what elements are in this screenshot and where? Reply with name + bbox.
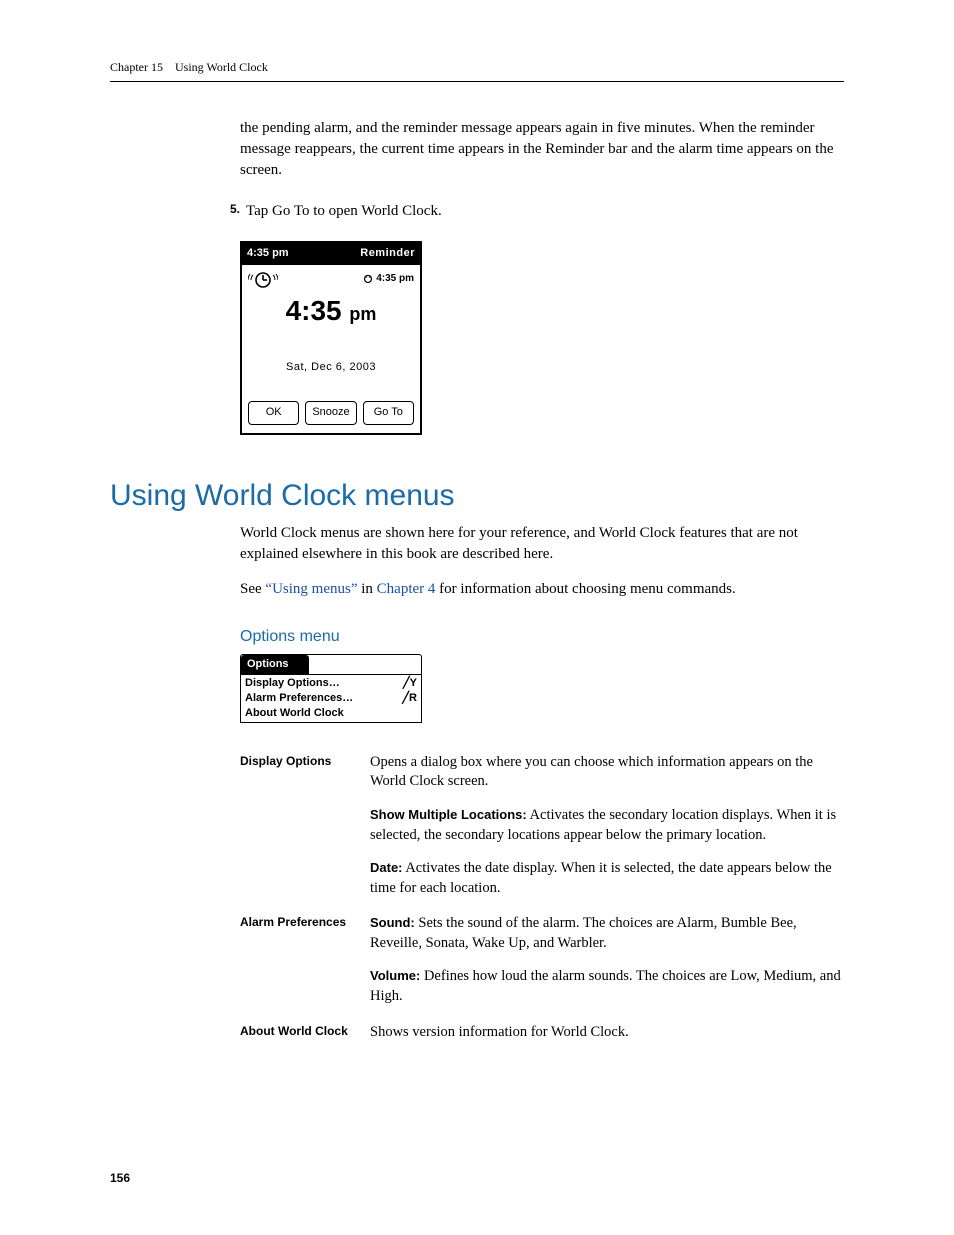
menu-item-about-world-clock[interactable]: About World Clock: [241, 706, 421, 721]
options-menu-heading: Options menu: [240, 626, 844, 648]
page-number: 156: [110, 1171, 130, 1185]
show-multiple-locations-bold: Show Multiple Locations:: [370, 807, 527, 822]
options-menu-screenshot: Options Display Options… ╱Y Alarm Prefer…: [240, 654, 422, 723]
see-text: See: [240, 581, 265, 597]
chapter-title: Using World Clock: [175, 60, 268, 74]
alarm-prefs-p2: Volume: Defines how loud the alarm sound…: [370, 967, 844, 1006]
display-options-label: Display Options: [240, 753, 360, 898]
continuation-paragraph: the pending alarm, and the reminder mess…: [240, 118, 844, 181]
alarm-prefs-p1: Sound: Sets the sound of the alarm. The …: [370, 914, 844, 953]
using-menus-link[interactable]: “Using menus”: [265, 581, 357, 597]
ok-button[interactable]: OK: [248, 401, 299, 424]
date-text: Activates the date display. When it is s…: [370, 860, 832, 896]
date-bold: Date:: [370, 860, 403, 875]
goto-button[interactable]: Go To: [363, 401, 414, 424]
menu-item-label: About World Clock: [245, 706, 344, 721]
alarm-preferences-label: Alarm Preferences: [240, 914, 360, 1006]
chapter-4-link[interactable]: Chapter 4: [377, 581, 436, 597]
sound-text: Sets the sound of the alarm. The choices…: [370, 915, 797, 951]
see-reference-paragraph: See “Using menus” in Chapter 4 for infor…: [240, 579, 844, 600]
volume-text: Defines how loud the alarm sounds. The c…: [370, 968, 841, 1004]
display-options-p2: Show Multiple Locations: Activates the s…: [370, 806, 844, 845]
sound-bold: Sound:: [370, 915, 415, 930]
description-table: Display Options Opens a dialog box where…: [240, 753, 844, 1042]
alarm-clock-icon: [248, 269, 278, 289]
menu-item-shortcut: ╱Y: [403, 676, 417, 691]
reminder-titlebar: 4:35 pm Reminder: [242, 243, 420, 264]
status-title: Reminder: [360, 246, 415, 261]
section-heading: Using World Clock menus: [110, 475, 844, 517]
about-world-clock-desc: Shows version information for World Cloc…: [370, 1023, 844, 1043]
volume-bold: Volume:: [370, 968, 420, 983]
section-intro-paragraph: World Clock menus are shown here for you…: [240, 523, 844, 565]
reminder-big-time: 4:35 pm: [242, 291, 420, 330]
about-world-clock-label: About World Clock: [240, 1023, 360, 1043]
menu-item-label: Display Options…: [245, 676, 340, 691]
menu-item-label: Alarm Preferences…: [245, 691, 353, 706]
step-text: Tap Go To to open World Clock.: [246, 201, 844, 221]
alarm-small-time-text: 4:35 pm: [376, 272, 414, 286]
big-time-value: 4:35: [286, 295, 342, 326]
display-options-p3: Date: Activates the date display. When i…: [370, 859, 844, 898]
running-header: Chapter 15 Using World Clock: [110, 60, 844, 82]
display-options-desc: Opens a dialog box where you can choose …: [370, 753, 844, 898]
reminder-date: Sat, Dec 6, 2003: [242, 360, 420, 375]
alarm-small-time: 4:35 pm: [363, 272, 414, 286]
alarm-bell-icon: [363, 274, 373, 284]
options-tab: Options: [241, 655, 309, 674]
menu-item-alarm-preferences[interactable]: Alarm Preferences… ╱R: [241, 691, 421, 706]
in-text: in: [358, 581, 377, 597]
menu-item-display-options[interactable]: Display Options… ╱Y: [241, 676, 421, 691]
step-row: 5. Tap Go To to open World Clock.: [214, 201, 844, 221]
chapter-label: Chapter 15: [110, 60, 163, 74]
display-options-p1: Opens a dialog box where you can choose …: [370, 753, 844, 792]
reminder-top-row: 4:35 pm: [242, 265, 420, 289]
reminder-screenshot: 4:35 pm Reminder: [240, 241, 422, 434]
see-suffix-text: for information about choosing menu comm…: [435, 581, 735, 597]
step-number: 5.: [214, 201, 246, 221]
about-text: Shows version information for World Cloc…: [370, 1023, 844, 1043]
menu-item-shortcut: ╱R: [402, 691, 417, 706]
alarm-preferences-desc: Sound: Sets the sound of the alarm. The …: [370, 914, 844, 1006]
snooze-button[interactable]: Snooze: [305, 401, 356, 424]
big-time-ampm: pm: [349, 304, 376, 324]
status-time: 4:35 pm: [247, 246, 289, 261]
